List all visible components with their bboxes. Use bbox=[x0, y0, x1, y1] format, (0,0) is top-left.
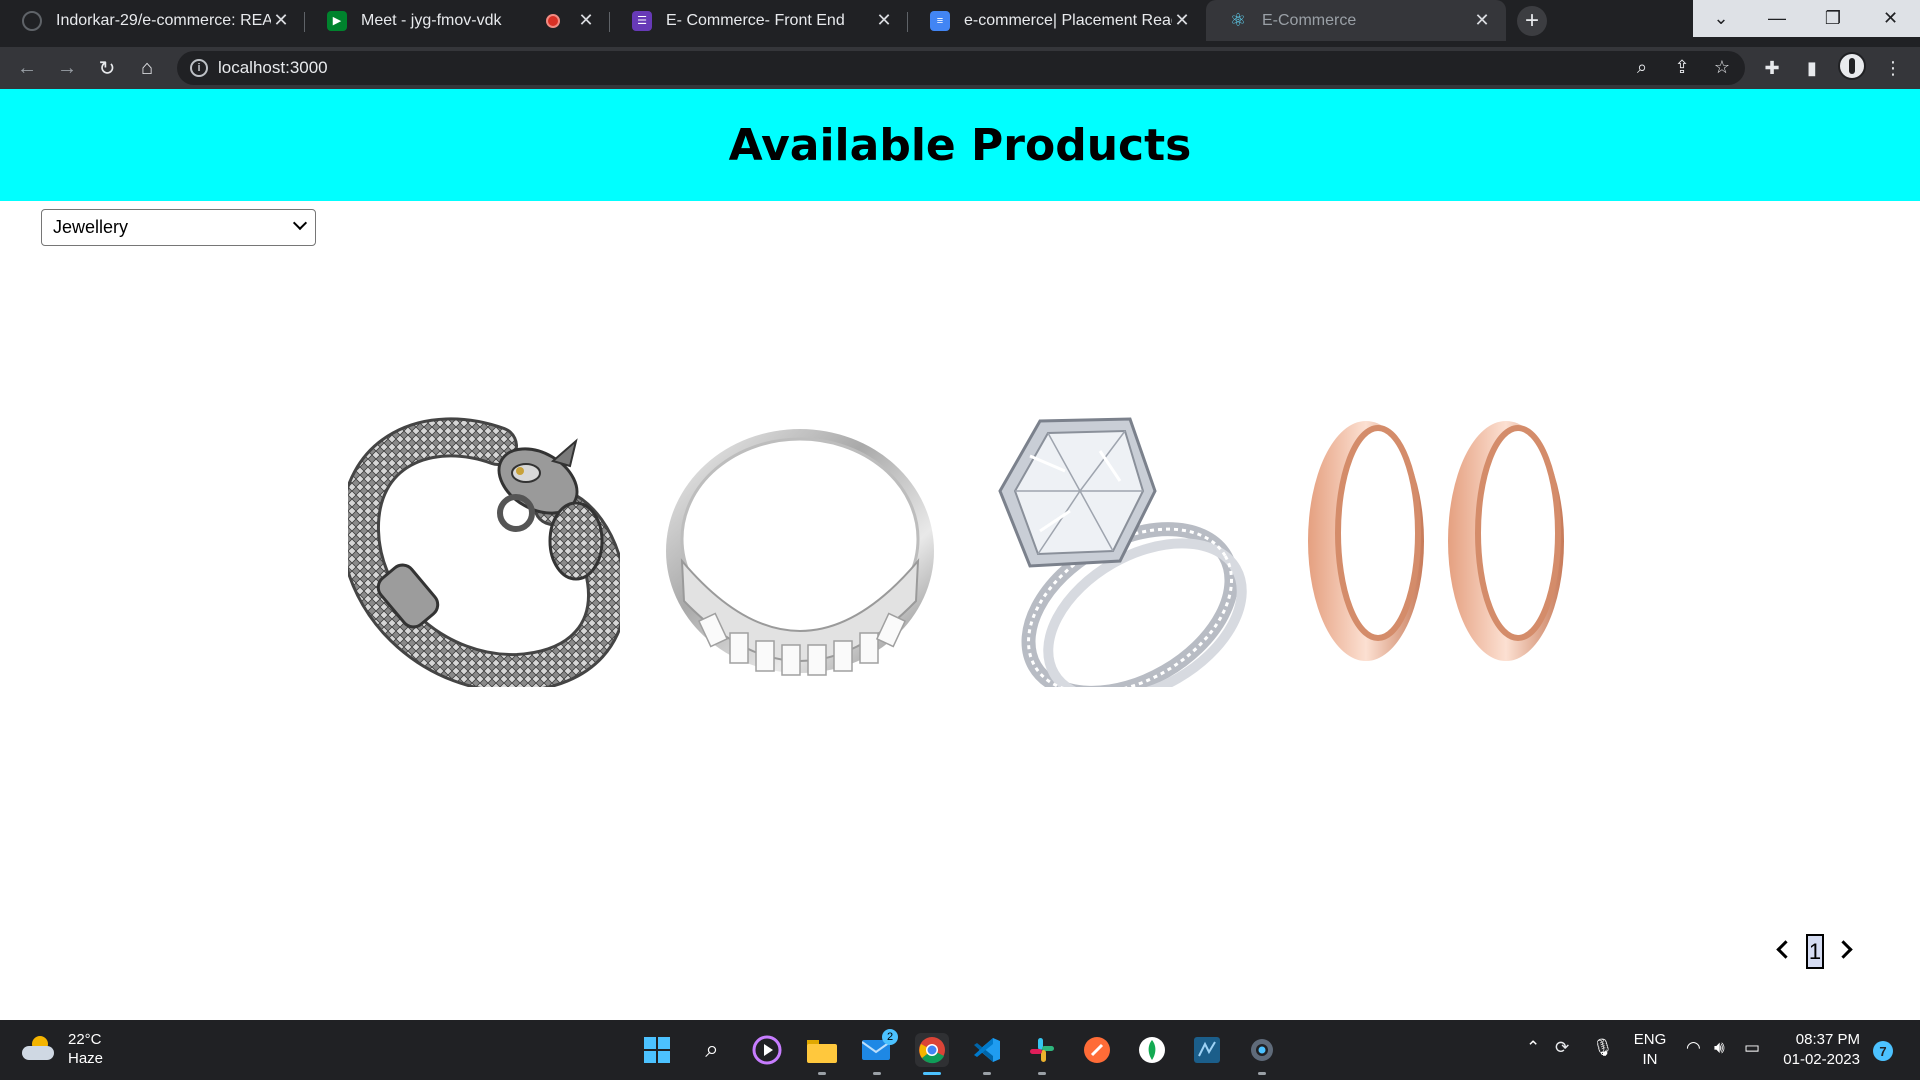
tab-title: E- Commerce- Front End bbox=[666, 11, 845, 29]
app-running-indicator bbox=[1258, 1072, 1266, 1075]
app-running-indicator bbox=[1038, 1072, 1046, 1075]
category-selected-value: Jewellery bbox=[53, 217, 129, 237]
start-icon[interactable] bbox=[640, 1033, 674, 1067]
system-clock[interactable]: 08:37 PM 01-02-2023 bbox=[1780, 1030, 1860, 1070]
profile-avatar[interactable] bbox=[1838, 52, 1866, 80]
share-icon[interactable]: ⇪ bbox=[1667, 52, 1697, 82]
language-line2: IN bbox=[1642, 1051, 1658, 1068]
zoom-icon[interactable]: ⌕ bbox=[1627, 52, 1657, 82]
close-tab-icon[interactable]: ✕ bbox=[874, 10, 894, 31]
browser-tab-strip: Indorkar-29/e-commerce: REACT ✕ ▶ Meet -… bbox=[0, 0, 1920, 47]
mail-badge: 2 bbox=[882, 1029, 898, 1045]
clock-time: 08:37 PM bbox=[1795, 1031, 1860, 1048]
react-icon: ⚛ bbox=[1229, 10, 1247, 30]
product-card-rose-gold-tunnels[interactable] bbox=[1296, 411, 1568, 687]
app-active-indicator bbox=[923, 1072, 941, 1075]
microphone-icon[interactable]: 🎙︎ bbox=[1592, 1038, 1614, 1058]
vscode-icon[interactable] bbox=[970, 1033, 1004, 1067]
new-tab-button[interactable]: + bbox=[1517, 6, 1547, 36]
silver-band-ring-image bbox=[666, 429, 934, 676]
forms-icon: ☰ bbox=[632, 10, 652, 31]
browser-tab-docs[interactable]: ≡ e-commerce| Placement Readine ✕ bbox=[908, 0, 1206, 41]
close-tab-icon[interactable]: ✕ bbox=[576, 10, 596, 31]
postman-icon[interactable] bbox=[1080, 1033, 1114, 1067]
extensions-icon[interactable]: ✚ bbox=[1757, 53, 1787, 83]
weather-cloud-icon bbox=[22, 1036, 56, 1062]
weather-temp: 22°C bbox=[68, 1031, 102, 1048]
battery-icon[interactable]: ▭ bbox=[1744, 1038, 1760, 1058]
reload-button[interactable]: ↻ bbox=[92, 53, 122, 83]
product-card-bracelet[interactable] bbox=[340, 411, 627, 694]
next-page-icon[interactable] bbox=[1834, 937, 1858, 961]
page-number-current[interactable]: 1 bbox=[1806, 934, 1824, 969]
tab-title: Meet - jyg-fmov-vdk bbox=[361, 11, 502, 29]
slack-icon[interactable] bbox=[1025, 1033, 1059, 1067]
volume-icon[interactable]: 🔊︎ bbox=[1714, 1038, 1725, 1058]
input-language[interactable]: ENG IN bbox=[1633, 1030, 1667, 1070]
minimize-button[interactable]: — bbox=[1749, 0, 1805, 37]
docs-icon: ≡ bbox=[930, 10, 950, 31]
browser-tab-forms[interactable]: ☰ E- Commerce- Front End ✕ bbox=[610, 0, 908, 41]
mongodb-icon[interactable] bbox=[1135, 1033, 1169, 1067]
file-explorer-icon[interactable] bbox=[805, 1033, 839, 1067]
back-button[interactable]: ← bbox=[12, 53, 42, 83]
show-hidden-icons-chevron-icon[interactable]: ⌃ bbox=[1526, 1038, 1540, 1058]
language-line1: ENG bbox=[1633, 1031, 1667, 1048]
chevron-down-icon bbox=[292, 215, 308, 231]
prev-page-icon[interactable] bbox=[1772, 937, 1796, 961]
windows-taskbar: 22°C Haze ⌕ 2 ⌃ ⟳ 🎙︎ ENG IN ◠ 🔊︎ ▭ 08:37… bbox=[0, 1020, 1920, 1080]
address-bar[interactable]: i localhost:3000 bbox=[177, 51, 1745, 85]
search-icon[interactable]: ⌕ bbox=[695, 1033, 729, 1067]
app-running-indicator bbox=[873, 1072, 881, 1075]
tab-title: E-Commerce bbox=[1262, 11, 1357, 29]
forward-button[interactable]: → bbox=[52, 53, 82, 83]
browser-toolbar: ← → ↻ ⌂ i localhost:3000 ⌕ ⇪ ☆ ✚ ▮ ⋮ bbox=[0, 47, 1920, 89]
chrome-menu-icon[interactable]: ⋮ bbox=[1878, 53, 1908, 83]
bookmark-star-icon[interactable]: ☆ bbox=[1707, 52, 1737, 82]
close-tab-icon[interactable]: ✕ bbox=[1472, 10, 1492, 31]
notification-count-badge[interactable]: 7 bbox=[1873, 1041, 1893, 1061]
category-dropdown[interactable]: Jewellery bbox=[41, 209, 316, 246]
close-tab-icon[interactable]: ✕ bbox=[271, 10, 291, 31]
close-tab-icon[interactable]: ✕ bbox=[1172, 10, 1192, 31]
restore-button[interactable]: ❐ bbox=[1805, 0, 1861, 37]
settings-icon[interactable] bbox=[1245, 1033, 1279, 1067]
product-card-diamond-ring[interactable] bbox=[980, 411, 1252, 704]
mail-icon[interactable]: 2 bbox=[860, 1029, 898, 1067]
page-title: Available Products bbox=[728, 119, 1192, 171]
recording-icon bbox=[546, 13, 560, 28]
web-page: Available Products Jewellery 1 bbox=[0, 89, 1920, 1020]
rose-gold-tunnels-image bbox=[1308, 421, 1564, 661]
wifi-icon[interactable]: ◠ bbox=[1686, 1038, 1701, 1058]
url-text: localhost:3000 bbox=[218, 58, 328, 77]
side-panel-icon[interactable]: ▮ bbox=[1797, 53, 1827, 83]
media-player-icon[interactable] bbox=[750, 1033, 784, 1067]
meet-icon: ▶ bbox=[327, 10, 347, 31]
page-header: Available Products bbox=[0, 89, 1920, 201]
sync-icon[interactable]: ⟳ bbox=[1555, 1038, 1569, 1058]
tab-title: Indorkar-29/e-commerce: REACT bbox=[56, 11, 271, 29]
home-button[interactable]: ⌂ bbox=[132, 53, 162, 83]
chrome-icon[interactable] bbox=[915, 1033, 949, 1067]
browser-tab-github[interactable]: Indorkar-29/e-commerce: REACT ✕ bbox=[0, 0, 305, 41]
site-info-icon[interactable]: i bbox=[190, 59, 208, 77]
mysql-workbench-icon[interactable] bbox=[1190, 1033, 1224, 1067]
product-card-band-ring[interactable] bbox=[664, 411, 936, 687]
dragon-bracelet-image bbox=[340, 417, 627, 694]
app-running-indicator bbox=[983, 1072, 991, 1075]
app-running-indicator bbox=[818, 1072, 826, 1075]
close-window-button[interactable]: ✕ bbox=[1861, 0, 1920, 37]
weather-condition: Haze bbox=[68, 1050, 104, 1067]
diamond-ring-set-image bbox=[998, 417, 1247, 704]
browser-tab-meet[interactable]: ▶ Meet - jyg-fmov-vdk ✕ bbox=[305, 0, 610, 41]
github-icon bbox=[22, 10, 42, 31]
tab-title: e-commerce| Placement Readine bbox=[964, 11, 1172, 29]
tab-search-button[interactable]: ⌄ bbox=[1693, 0, 1749, 37]
browser-tab-ecommerce[interactable]: ⚛ E-Commerce ✕ bbox=[1206, 0, 1506, 41]
clock-date: 01-02-2023 bbox=[1783, 1051, 1860, 1068]
weather-widget[interactable]: 22°C Haze bbox=[22, 1030, 103, 1068]
